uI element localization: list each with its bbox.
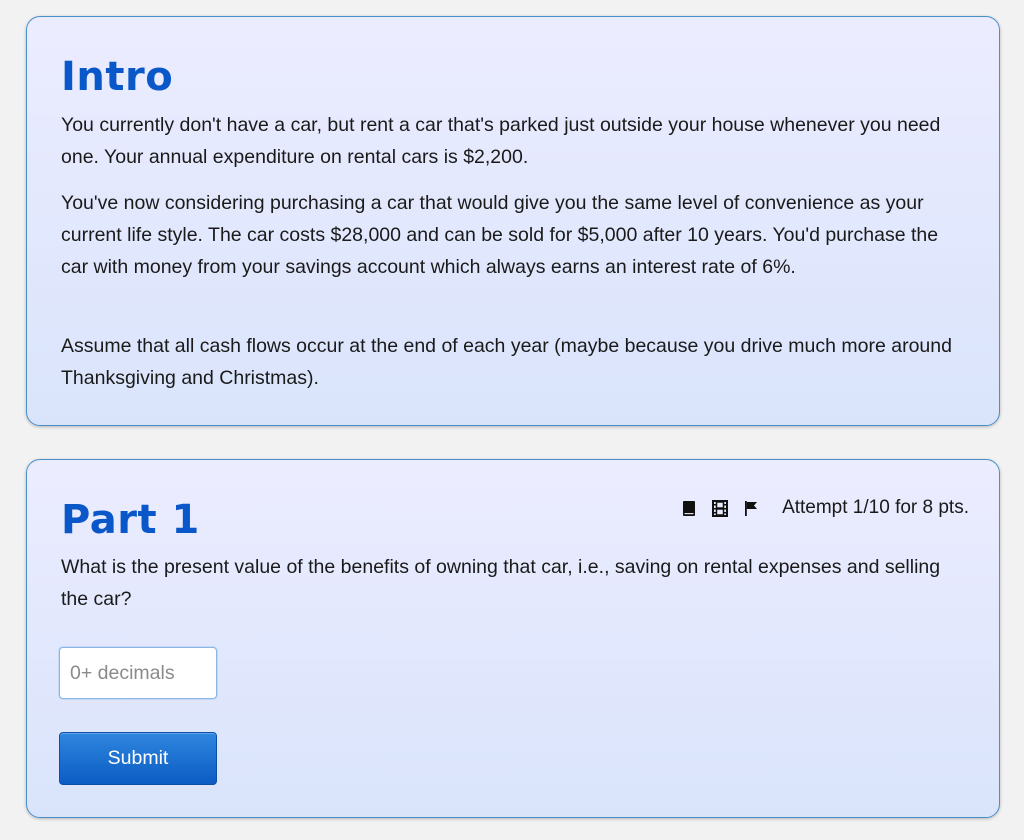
flag-icon[interactable] bbox=[744, 500, 758, 517]
intro-paragraph: You've now considering purchasing a car … bbox=[61, 192, 939, 278]
film-icon[interactable] bbox=[712, 499, 729, 517]
book-icon[interactable] bbox=[682, 500, 696, 517]
part1-card: Part 1 Attempt 1/10 for 8 pts. What is t… bbox=[26, 459, 1000, 818]
attempt-counter: Attempt 1/10 for 8 pts. bbox=[782, 497, 969, 518]
part1-title: Part 1 bbox=[61, 497, 200, 543]
intro-paragraph: You currently don't have a car, but rent… bbox=[61, 114, 941, 168]
question-text: What is the present value of the benefit… bbox=[61, 556, 941, 610]
intro-title: Intro bbox=[61, 54, 174, 100]
submit-button[interactable]: Submit bbox=[59, 732, 217, 785]
answer-input[interactable] bbox=[59, 647, 217, 699]
intro-card: Intro You currently don't have a car, bu… bbox=[26, 16, 1000, 426]
part1-toolbar: Attempt 1/10 for 8 pts. bbox=[682, 496, 969, 520]
intro-paragraph: Assume that all cash flows occur at the … bbox=[61, 335, 952, 389]
